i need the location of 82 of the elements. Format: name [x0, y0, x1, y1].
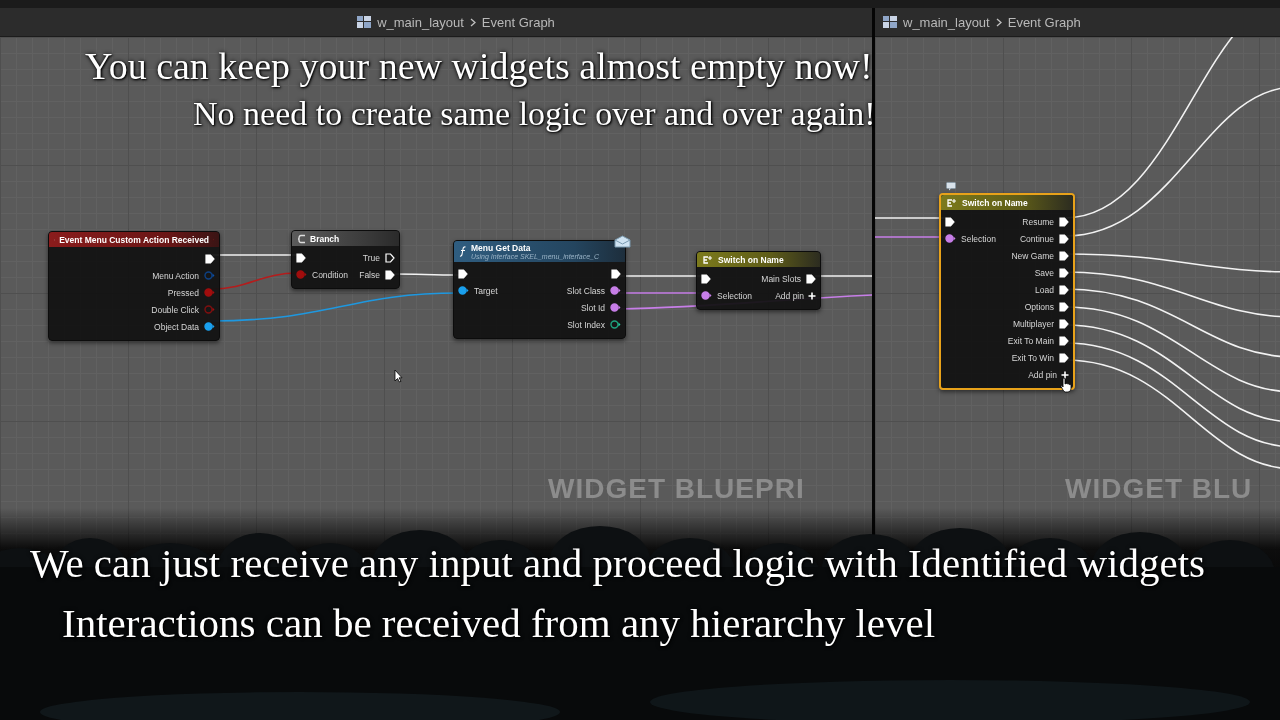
pin-label: Exit To Main	[1007, 335, 1054, 346]
blueprint-icon	[357, 16, 372, 28]
branch-icon	[297, 233, 306, 244]
graph-node[interactable]: Switch on Name Selection Main Slots Add pin	[696, 251, 821, 310]
exec-pin-icon[interactable]	[458, 268, 468, 279]
pin-label: True	[362, 252, 380, 263]
exec-pin-icon[interactable]	[1059, 216, 1069, 227]
chevron-icon	[995, 17, 1002, 27]
exec-pin-icon[interactable]	[1059, 301, 1069, 312]
exec-pin-icon[interactable]	[1059, 267, 1069, 278]
blueprint-icon	[883, 16, 897, 28]
breadcrumb-item[interactable]: w_main_layout	[903, 14, 990, 30]
pin-label: Exit To Win	[1011, 352, 1054, 363]
exec-pin-icon[interactable]	[385, 252, 395, 263]
pin-label: Selection	[717, 290, 752, 301]
caption: Interactions can be received from any hierarchy level	[62, 599, 936, 647]
pin-label: Options	[1024, 301, 1054, 312]
pin-label: Continue	[1019, 233, 1054, 244]
node-title: Branch	[310, 233, 341, 244]
hand-cursor-icon	[1060, 377, 1072, 393]
pin-label: Menu Action	[152, 270, 199, 281]
graph-node[interactable]: Event Menu Custom Action Received Menu Action Pressed Double Click Object Data	[48, 231, 220, 341]
add-pin-button[interactable]: Add pin	[775, 287, 816, 304]
breadcrumb-item[interactable]: Event Graph	[1007, 14, 1081, 30]
breadcrumb-item[interactable]: Event Graph	[481, 14, 555, 30]
comment-icon[interactable]	[946, 182, 956, 191]
graph-node[interactable]: Branch Condition True False	[291, 230, 400, 289]
exec-pin-icon[interactable]	[205, 253, 215, 264]
pin-label: Double Click	[151, 304, 199, 315]
graph-type-label: WIDGET BLUEPRI	[548, 473, 805, 505]
pin-label: Save	[1034, 267, 1054, 278]
plus-icon	[808, 291, 816, 300]
chevron-icon	[469, 17, 476, 27]
data-pin-icon[interactable]	[610, 303, 621, 312]
pin-label: Slot Index	[567, 319, 605, 330]
exec-pin-icon[interactable]	[945, 216, 955, 227]
data-pin-icon[interactable]	[204, 322, 215, 331]
exec-pin-icon[interactable]	[296, 252, 306, 263]
function-icon	[459, 246, 467, 257]
pin-label: Load	[1035, 284, 1054, 295]
switch-icon	[946, 197, 958, 208]
plus-icon	[1061, 370, 1069, 379]
node-title: Event Menu Custom Action Received	[59, 234, 210, 245]
exec-pin-icon[interactable]	[1059, 250, 1069, 261]
pin-label: Condition	[312, 269, 348, 280]
node-title: Switch on Name	[718, 254, 785, 265]
pin-label: Target	[474, 285, 498, 296]
data-pin-icon[interactable]	[701, 291, 712, 300]
pin-label: Selection	[961, 233, 996, 244]
caption: You can keep your new widgets almost empty now!	[85, 44, 873, 88]
exec-pin-icon[interactable]	[1059, 352, 1069, 363]
pointer-cursor-icon	[394, 369, 403, 383]
pin-label: Slot Id	[580, 302, 605, 313]
caption: We can just receive any input and proceed logic with Identified widgets	[30, 539, 1206, 587]
data-pin-icon[interactable]	[945, 234, 956, 243]
exec-pin-icon[interactable]	[385, 269, 395, 280]
data-pin-icon[interactable]	[458, 286, 469, 295]
graph-node[interactable]: Switch on Name Selection Resume Continue New Game Save Load Options Multiplayer Exit To Main Exit To Win Add pin	[939, 193, 1075, 390]
pin-label: Slot Class	[566, 285, 605, 296]
pin-label: Main Slots	[761, 273, 801, 284]
envelope-icon	[614, 235, 631, 248]
exec-pin-icon[interactable]	[806, 273, 816, 284]
exec-pin-icon[interactable]	[1059, 335, 1069, 346]
node-title: Switch on Name	[962, 197, 1029, 208]
pin-label: Object Data	[154, 321, 199, 332]
node-title: Menu Get Data	[471, 243, 532, 253]
pin-label: Pressed	[167, 287, 199, 298]
exec-pin-icon[interactable]	[611, 268, 621, 279]
exec-pin-icon[interactable]	[1059, 284, 1069, 295]
exec-pin-icon[interactable]	[1059, 318, 1069, 329]
data-pin-icon[interactable]	[610, 286, 621, 295]
pin-label: New Game	[1011, 250, 1054, 261]
breadcrumb-item[interactable]: w_main_layout	[377, 14, 464, 30]
switch-icon	[702, 254, 714, 265]
pin-label: Multiplayer	[1012, 318, 1054, 329]
exec-pin-icon[interactable]	[1059, 233, 1069, 244]
exec-pin-icon[interactable]	[701, 273, 711, 284]
data-pin-icon[interactable]	[610, 320, 621, 329]
pin-label: Resume	[1022, 216, 1054, 227]
caption: No need to create same logic over and over again!	[193, 95, 876, 133]
pin-label: False	[359, 269, 380, 280]
add-pin-button[interactable]: Add pin	[1028, 366, 1069, 383]
